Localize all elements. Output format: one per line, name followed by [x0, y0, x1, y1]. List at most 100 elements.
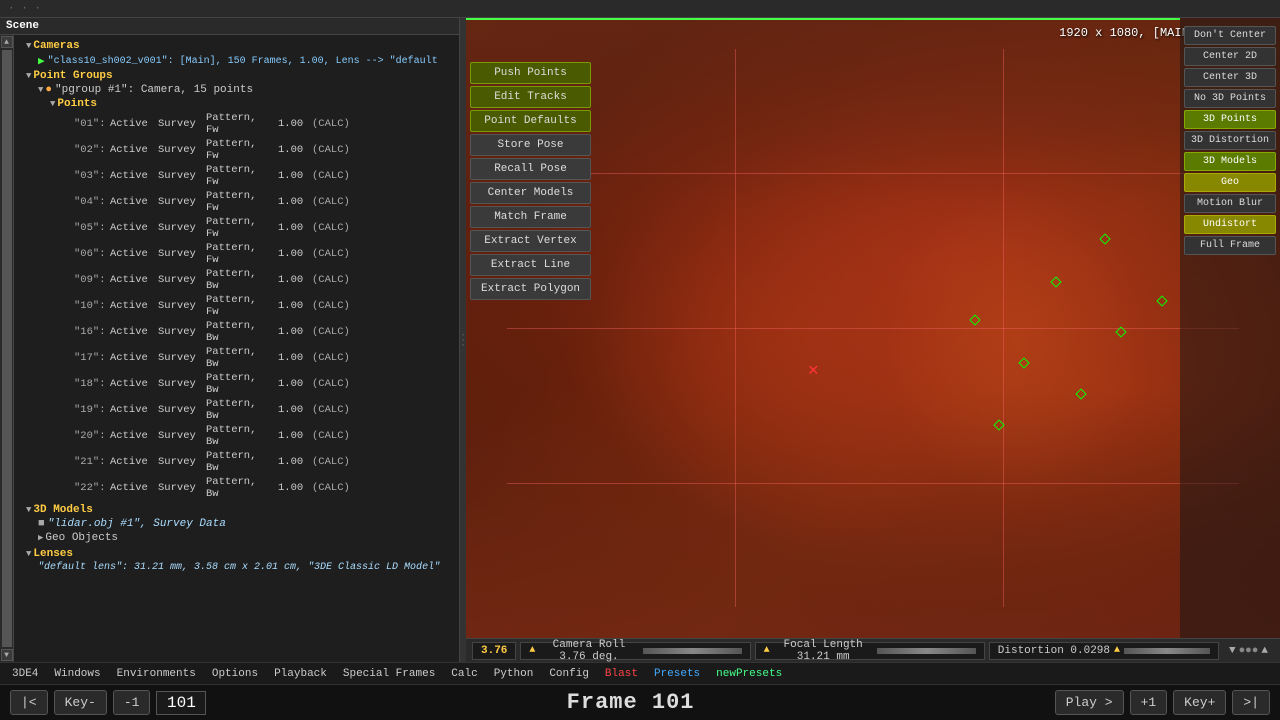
menu-python[interactable]: Python	[486, 666, 542, 682]
menu-presets[interactable]: Presets	[646, 666, 708, 682]
menu-special-frames[interactable]: Special Frames	[335, 666, 443, 682]
roll-track	[643, 648, 742, 654]
menu-calc[interactable]: Calc	[443, 666, 485, 682]
right-buttons-list: Don't Center Center 2D Center 3D No 3D Poin…	[1184, 26, 1276, 255]
viewport[interactable]: ✕ 1920 x 1080, [MAIN], 31.21 mm Push Poi…	[466, 18, 1280, 638]
point-groups-section[interactable]: ▼ Point Groups	[14, 69, 459, 83]
nav-play-btn[interactable]: Play >	[1055, 690, 1124, 715]
lenses-section[interactable]: ▼ Lenses	[14, 547, 459, 561]
motion-blur-btn[interactable]: Motion Blur	[1184, 194, 1276, 213]
model-item[interactable]: ■ "lidar.obj #1", Survey Data	[14, 517, 459, 531]
extract-vertex-btn[interactable]: Extract Vertex	[470, 230, 591, 252]
pgroup-expand: ▼	[38, 85, 43, 95]
center-2d-btn[interactable]: Center 2D	[1184, 47, 1276, 66]
scene-tree: ▼ Cameras ▶ "class10_sh002_v001": [Main]…	[14, 35, 459, 662]
point-row[interactable]: "16": Active Survey Pattern, Bw 1.00 (CA…	[14, 319, 459, 345]
point-groups-expand: ▼	[26, 71, 31, 81]
nav-key-next-btn[interactable]: Key+	[1173, 690, 1226, 715]
full-frame-btn[interactable]: Full Frame	[1184, 236, 1276, 255]
point-row[interactable]: "22": Active Survey Pattern, Bw 1.00 (CA…	[14, 475, 459, 501]
cameras-section[interactable]: ▼ Cameras	[14, 39, 459, 53]
no-3d-points-btn[interactable]: No 3D Points	[1184, 89, 1276, 108]
scroll-down-btn[interactable]: ▼	[1, 649, 13, 661]
point-row[interactable]: "04": Active Survey Pattern, Fw 1.00 (CA…	[14, 189, 459, 215]
left-panel: Scene ▲ ▼ ▼ Cameras ▶ "class10_sh002_v00…	[0, 18, 460, 662]
roll-slider[interactable]: ▲ Camera Roll 3.76 deg.	[520, 642, 750, 660]
camera-item[interactable]: ▶ "class10_sh002_v001": [Main], 150 Fram…	[14, 53, 459, 69]
undistort-btn[interactable]: Undistort	[1184, 215, 1276, 234]
edit-tracks-btn[interactable]: Edit Tracks	[470, 86, 591, 108]
point-row[interactable]: "06": Active Survey Pattern, Fw 1.00 (CA…	[14, 241, 459, 267]
store-pose-btn[interactable]: Store Pose	[470, 134, 591, 156]
dont-center-btn[interactable]: Don't Center	[1184, 26, 1276, 45]
roll-value: 3.76	[481, 645, 507, 657]
point-row[interactable]: "09": Active Survey Pattern, Bw 1.00 (CA…	[14, 267, 459, 293]
nav-key-prev-btn[interactable]: Key-	[54, 690, 107, 715]
models-section[interactable]: ▼ 3D Models	[14, 503, 459, 517]
frame-display: Frame 101	[212, 690, 1048, 715]
menu-windows[interactable]: Windows	[46, 666, 108, 682]
menu-environments[interactable]: Environments	[109, 666, 204, 682]
focal-slider[interactable]: ▲ Focal Length 31.21 mm	[755, 642, 985, 660]
distortion-slider[interactable]: Distortion 0.0298 ▲	[989, 642, 1219, 660]
3d-models-btn[interactable]: 3D Models	[1184, 152, 1276, 171]
models-expand: ▼	[26, 505, 31, 515]
right-buttons-panel: Don't Center Center 2D Center 3D No 3D Poin…	[1180, 18, 1280, 638]
point-row[interactable]: "01": Active Survey Pattern, Fw 1.00 (CA…	[14, 111, 459, 137]
extract-polygon-btn[interactable]: Extract Polygon	[470, 278, 591, 300]
point-defaults-btn[interactable]: Point Defaults	[470, 110, 591, 132]
top-bar: · · ·	[0, 0, 1280, 18]
lens-item[interactable]: "default lens": 31.21 mm, 3.58 cm x 2.01…	[14, 561, 459, 574]
menu-newpresets[interactable]: newPresets	[708, 666, 790, 682]
menu-3de4[interactable]: 3DE4	[4, 666, 46, 682]
roll-triangle: ▲	[529, 645, 535, 656]
menu-items: 3DE4WindowsEnvironmentsOptionsPlaybackSp…	[4, 666, 790, 682]
nav-step-fwd-btn[interactable]: +1	[1130, 690, 1168, 715]
3d-points-btn[interactable]: 3D Points	[1184, 110, 1276, 129]
geo-objects-item[interactable]: ▶ Geo Objects	[14, 531, 459, 545]
nav-end-btn[interactable]: >|	[1232, 690, 1270, 715]
points-section[interactable]: ▼ Points	[14, 97, 459, 111]
left-scrollbar[interactable]: ▲ ▼	[0, 35, 14, 662]
focal-label: Focal Length 31.21 mm	[774, 639, 873, 663]
menu-config[interactable]: Config	[541, 666, 597, 682]
lenses-label: Lenses	[33, 548, 73, 560]
bottom-bar: |< Key- -1 Frame 101 Play > +1 Key+ >|	[0, 684, 1280, 720]
nav-start-btn[interactable]: |<	[10, 690, 48, 715]
geo-objects-label: Geo Objects	[45, 532, 118, 544]
geo-btn[interactable]: Geo	[1184, 173, 1276, 192]
match-frame-btn[interactable]: Match Frame	[470, 206, 591, 228]
scroll-up-btn[interactable]: ▲	[1, 36, 13, 48]
nav-step-back-btn[interactable]: -1	[113, 690, 151, 715]
roll-label: Camera Roll 3.76 deg.	[539, 639, 638, 663]
cameras-label: Cameras	[33, 40, 79, 52]
point-row[interactable]: "02": Active Survey Pattern, Fw 1.00 (CA…	[14, 137, 459, 163]
point-row[interactable]: "10": Active Survey Pattern, Fw 1.00 (CA…	[14, 293, 459, 319]
point-row[interactable]: "20": Active Survey Pattern, Bw 1.00 (CA…	[14, 423, 459, 449]
extract-line-btn[interactable]: Extract Line	[470, 254, 591, 276]
menu-blast[interactable]: Blast	[597, 666, 646, 682]
point-row[interactable]: "03": Active Survey Pattern, Fw 1.00 (CA…	[14, 163, 459, 189]
point-row[interactable]: "19": Active Survey Pattern, Bw 1.00 (CA…	[14, 397, 459, 423]
point-row[interactable]: "21": Active Survey Pattern, Bw 1.00 (CA…	[14, 449, 459, 475]
camera-play-icon: ▶	[38, 54, 45, 68]
menu-options[interactable]: Options	[204, 666, 266, 682]
lens-name: "default lens": 31.21 mm, 3.58 cm x 2.01…	[38, 562, 440, 573]
3d-distortion-btn[interactable]: 3D Distortion	[1184, 131, 1276, 150]
center-3d-btn[interactable]: Center 3D	[1184, 68, 1276, 87]
point-row[interactable]: "05": Active Survey Pattern, Fw 1.00 (CA…	[14, 215, 459, 241]
frame-number-input[interactable]	[156, 691, 206, 715]
frame-label: Frame 101	[567, 690, 695, 715]
center-models-btn[interactable]: Center Models	[470, 182, 591, 204]
pgroup-item[interactable]: ▼ ● "pgroup #1": Camera, 15 points	[14, 83, 459, 97]
action-buttons-list: Push PointsEdit TracksPoint DefaultsStor…	[470, 62, 591, 300]
menu-playback[interactable]: Playback	[266, 666, 335, 682]
camera-name: "class10_sh002_v001": [Main], 150 Frames…	[48, 56, 438, 67]
scroll-thumb[interactable]	[2, 50, 12, 647]
recall-pose-btn[interactable]: Recall Pose	[470, 158, 591, 180]
status-bar: 3.76 ▲ Camera Roll 3.76 deg. ▲ Focal Len…	[466, 638, 1280, 662]
point-row[interactable]: "18": Active Survey Pattern, Bw 1.00 (CA…	[14, 371, 459, 397]
push-points-btn[interactable]: Push Points	[470, 62, 591, 84]
point-row[interactable]: "17": Active Survey Pattern, Bw 1.00 (CA…	[14, 345, 459, 371]
pgroup-name: "pgroup #1": Camera, 15 points	[55, 84, 253, 96]
